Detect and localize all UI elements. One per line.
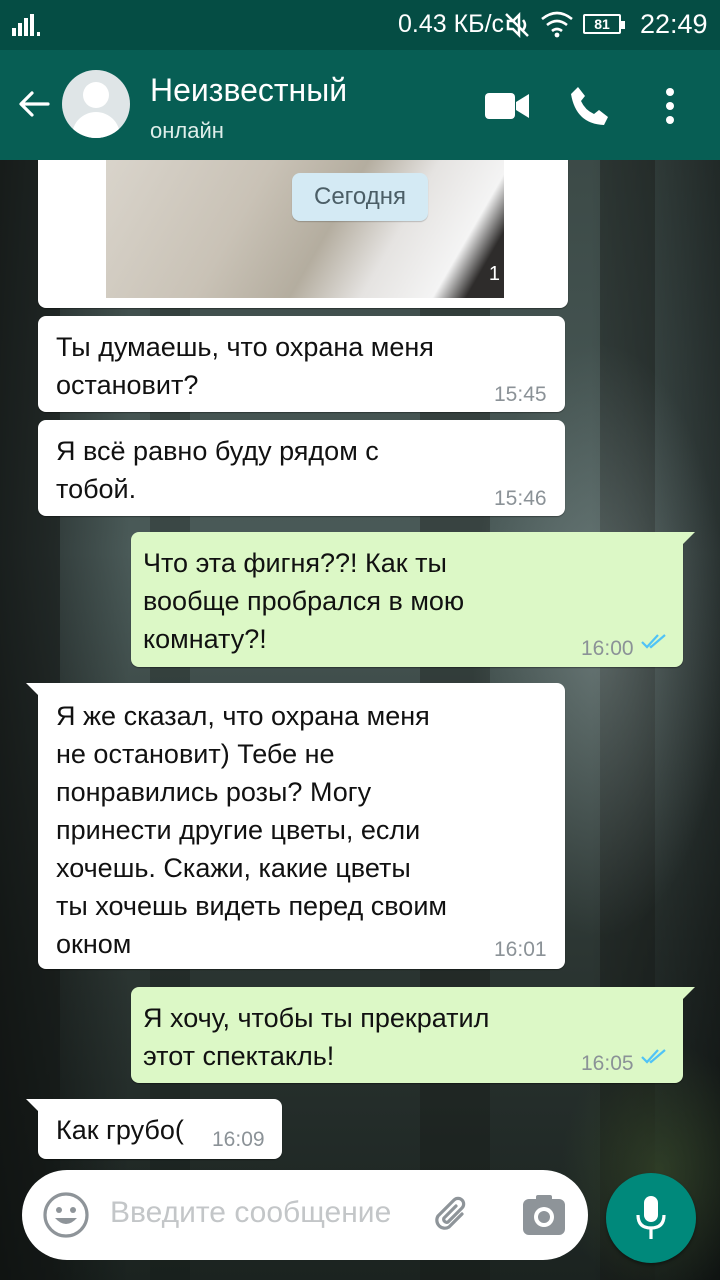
message-bubble-outgoing[interactable]: Что эта фигня??! Как ты вообще пробрался… (131, 532, 695, 667)
message-text: Что эта фигня??! Как ты вообще пробрался… (143, 548, 465, 654)
signal-icon (12, 14, 42, 36)
mute-icon (505, 11, 529, 39)
microphone-button[interactable] (606, 1173, 696, 1263)
avatar[interactable] (62, 70, 130, 138)
battery-icon: 81 (583, 14, 625, 34)
message-time: 15:45 (494, 383, 547, 406)
message-input-bar: Введите сообщение (22, 1170, 588, 1260)
camera-icon[interactable] (522, 1194, 566, 1236)
message-text: Я хочу, чтобы ты прекратил этот спектакл… (143, 1003, 490, 1071)
message-time: 16:01 (494, 938, 547, 961)
phone-call-icon[interactable] (568, 84, 612, 128)
message-bubble-incoming[interactable]: Как грубо( 16:09 (26, 1099, 282, 1159)
emoji-icon[interactable] (42, 1191, 90, 1239)
message-bubble-incoming[interactable]: Я же сказал, что охрана меня не останови… (26, 683, 565, 969)
read-receipt-icon (641, 634, 666, 649)
message-text: Я же сказал, что охрана меня не останови… (56, 701, 447, 959)
image-count: 1 (488, 263, 500, 285)
date-chip: Сегодня (292, 173, 428, 221)
video-call-icon[interactable] (484, 90, 530, 122)
chat-header: Неизвестный онлайн (0, 50, 720, 160)
message-time: 16:09 (212, 1128, 265, 1151)
message-bubble-incoming[interactable]: Ты думаешь, что охрана меня остановит? 1… (38, 316, 565, 412)
message-text: Как грубо( (56, 1115, 184, 1145)
message-text: Я всё равно буду рядом с тобой. (56, 436, 379, 504)
message-text: Ты думаешь, что охрана меня остановит? (56, 332, 434, 400)
contact-status: онлайн (150, 118, 224, 143)
microphone-icon (636, 1196, 666, 1239)
message-input[interactable]: Введите сообщение (110, 1196, 391, 1230)
wifi-icon (541, 11, 573, 38)
more-options-icon[interactable] (660, 86, 680, 126)
message-time: 15:46 (494, 487, 547, 510)
message-time: 16:05 (581, 1052, 634, 1075)
back-arrow-icon[interactable] (16, 86, 52, 122)
clock: 22:49 (640, 9, 708, 39)
network-speed: 0.43 КБ/с (398, 10, 505, 38)
attach-icon[interactable] (432, 1192, 476, 1236)
message-bubble-outgoing[interactable]: Я хочу, чтобы ты прекратил этот спектакл… (131, 987, 695, 1083)
message-time: 16:00 (581, 637, 634, 660)
contact-name[interactable]: Неизвестный (150, 72, 347, 109)
read-receipt-icon (641, 1049, 666, 1064)
status-bar: 0.43 КБ/с 81 22:49 (0, 0, 720, 50)
message-bubble-incoming[interactable]: Я всё равно буду рядом с тобой. 15:46 (38, 420, 565, 516)
